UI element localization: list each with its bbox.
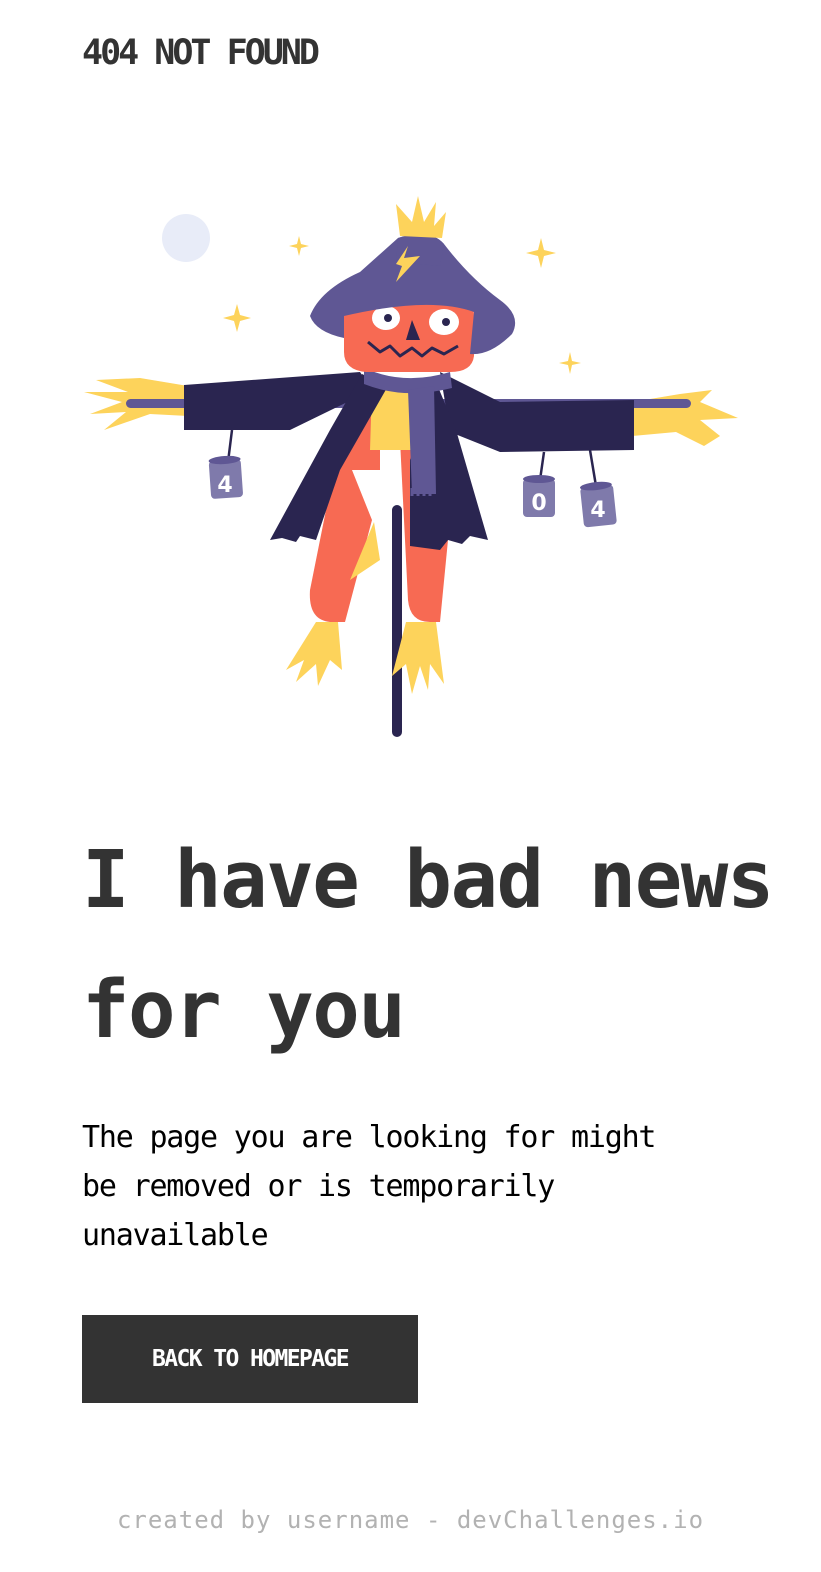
error-message: The page you are looking for might be re… [82, 1120, 656, 1253]
can-label-1: 4 [217, 473, 232, 498]
site-logo[interactable]: 404 NOT FOUND [82, 30, 320, 76]
moon-icon [162, 214, 210, 262]
page-headline: I have bad news for you [82, 834, 774, 1056]
back-to-homepage-button[interactable]: BACK TO HOMEPAGE [82, 1315, 418, 1403]
scarecrow-illustration: 4 0 4 [84, 196, 738, 737]
can-label-3: 4 [590, 498, 605, 523]
footer-credit: created by username - devChallenges.io [116, 1506, 705, 1534]
can-label-2: 0 [531, 491, 546, 516]
